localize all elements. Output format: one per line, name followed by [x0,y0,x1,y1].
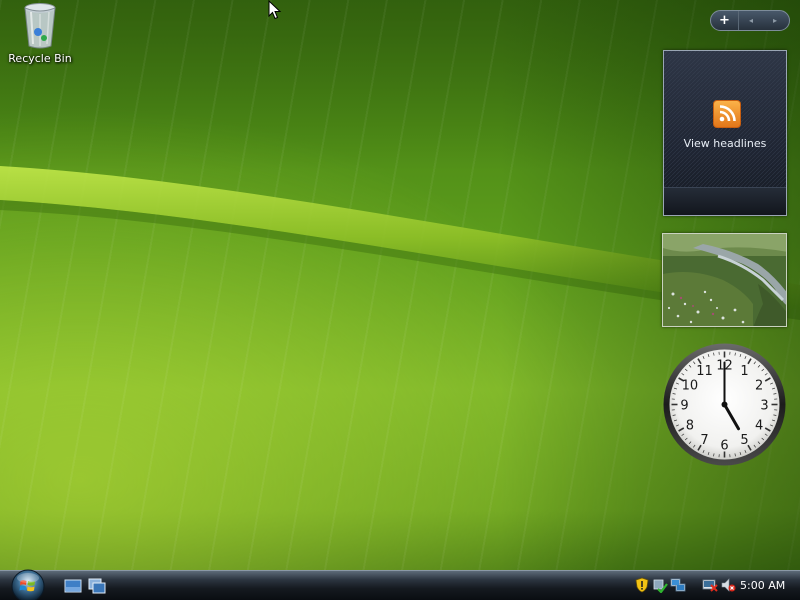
clock-number: 6 [720,439,728,454]
recycle-bin-desktop-icon[interactable]: Recycle Bin [4,2,76,70]
taskbar: 5:00 AM [0,568,800,600]
clock-number: 3 [760,399,768,414]
clock-center-pin [721,401,728,408]
feed-gadget-footer [664,187,786,215]
rss-icon[interactable] [713,100,741,128]
view-headlines-link[interactable]: View headlines [664,137,786,150]
network-disconnected-icon[interactable] [702,577,718,593]
clock-number: 8 [686,419,694,434]
clock-number: 1 [740,364,748,379]
windows-orb-icon[interactable] [8,568,48,600]
recycle-bin-icon [24,3,56,49]
clock-gadget[interactable]: 121234567891011 [662,342,787,467]
safely-remove-icon[interactable] [652,577,668,593]
taskbar-clock[interactable]: 5:00 AM [740,579,785,592]
previous-page-icon[interactable]: ◂ [739,11,763,30]
recycle-bin-label: Recycle Bin [8,52,72,65]
network-icon[interactable] [670,577,686,593]
show-desktop-icon[interactable] [64,578,82,594]
landscape-photo [663,234,786,326]
security-shield-icon[interactable] [634,577,650,593]
clock-number: 5 [740,433,748,448]
next-page-icon[interactable]: ▸ [763,11,787,30]
clock-number: 11 [696,364,713,379]
system-tray: 5:00 AM [628,571,800,600]
feed-headlines-gadget[interactable]: View headlines [663,50,787,216]
sidebar-controls: + ◂ ▸ [710,10,790,31]
clock-number: 2 [755,379,763,394]
slideshow-gadget[interactable] [662,233,787,327]
clock-number: 9 [680,399,688,414]
clock-number: 4 [755,419,763,434]
add-gadget-button[interactable]: + [711,11,739,30]
clock-number: 7 [700,433,708,448]
clock-number: 10 [682,379,699,394]
mouse-cursor-icon [268,0,282,20]
volume-muted-icon[interactable] [720,577,736,593]
switch-windows-icon[interactable] [88,578,106,594]
